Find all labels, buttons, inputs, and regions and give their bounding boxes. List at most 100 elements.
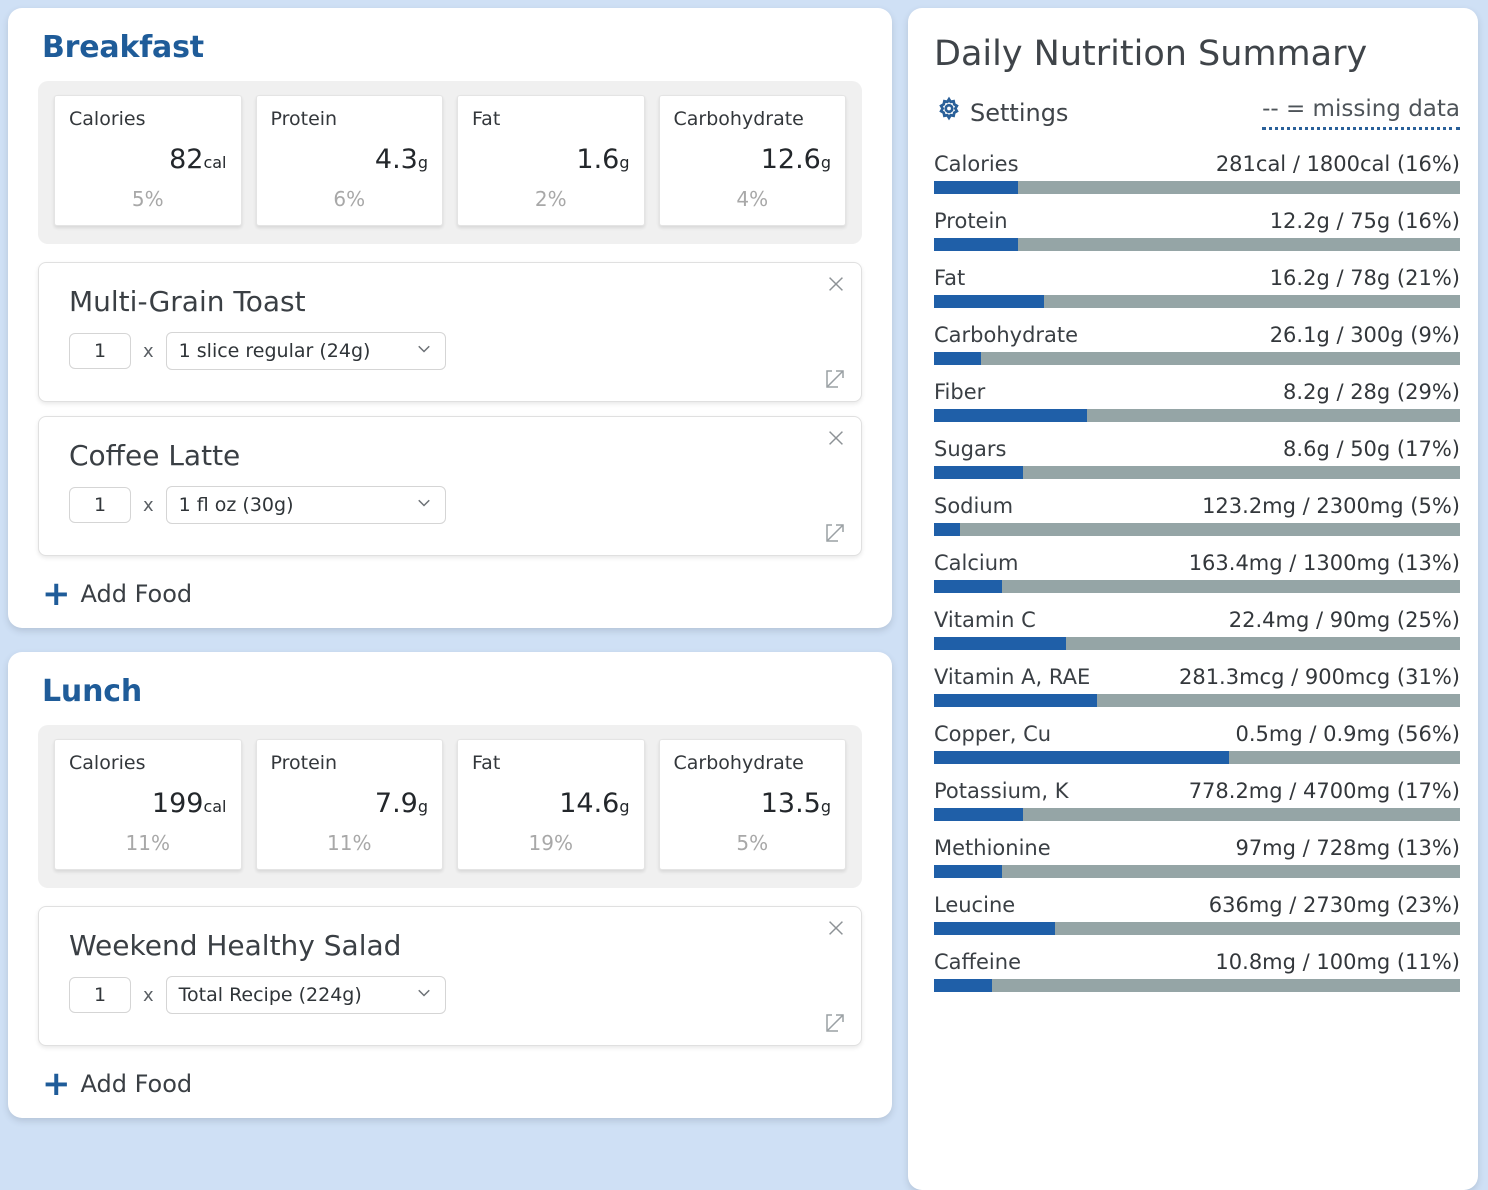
nutrient-head: Protein 12.2g / 75g (16%) [934, 209, 1460, 233]
progress-track [934, 238, 1460, 251]
close-icon[interactable] [825, 427, 847, 449]
macro-label: Fat [472, 752, 501, 774]
summary-column: Daily Nutrition Summary Settings -- = mi… [908, 8, 1478, 1190]
progress-track [934, 523, 1460, 536]
external-link-icon[interactable] [823, 521, 847, 545]
progress-fill [934, 523, 961, 536]
nutrient-head: Sodium 123.2mg / 2300mg (5%) [934, 494, 1460, 518]
nutrient-head: Fat 16.2g / 78g (21%) [934, 266, 1460, 290]
macro-label: Calories [69, 108, 146, 130]
nutrient-value: 281cal / 1800cal (16%) [1215, 152, 1460, 176]
serving-select[interactable]: 1 slice regular (24g) [165, 332, 446, 370]
serving-select[interactable]: Total Recipe (224g) [165, 976, 446, 1014]
meal-panel-breakfast: Breakfast Calories 82cal 5% Protein 4.3g 6% Fat… [8, 8, 892, 628]
close-icon[interactable] [825, 917, 847, 939]
food-list: Weekend Healthy Salad x Total Recipe (224g… [38, 906, 862, 1046]
nutrient-head: Calcium 163.4mg / 1300mg (13%) [934, 551, 1460, 575]
food-item: Coffee Latte x 1 fl oz (30g) [38, 416, 862, 556]
progress-fill [934, 979, 992, 992]
nutrient-head: Vitamin A, RAE 281.3mcg / 900mcg (31%) [934, 665, 1460, 689]
nutrient-value: 10.8mg / 100mg (11%) [1215, 950, 1460, 974]
macro-label: Fat [472, 108, 501, 130]
nutrient-name: Potassium, K [934, 779, 1069, 803]
nutrient-name: Sugars [934, 437, 1007, 461]
meal-title: Breakfast [42, 30, 204, 65]
chevron-down-icon [415, 494, 433, 517]
nutrient-row: Fat 16.2g / 78g (21%) [934, 266, 1460, 308]
macro-unit: cal [203, 153, 227, 172]
serving-label: Total Recipe (224g) [178, 984, 362, 1006]
close-icon[interactable] [825, 273, 847, 295]
progress-track [934, 409, 1460, 422]
progress-track [934, 637, 1460, 650]
nutrient-head: Vitamin C 22.4mg / 90mg (25%) [934, 608, 1460, 632]
nutrient-value: 636mg / 2730mg (23%) [1208, 893, 1460, 917]
progress-track [934, 295, 1460, 308]
quantity-input[interactable] [69, 487, 131, 523]
add-food-label: Add Food [80, 580, 193, 608]
progress-track [934, 694, 1460, 707]
macro-percent: 2% [534, 187, 567, 211]
macro-value: 13.5g [674, 788, 831, 819]
macro-unit: cal [203, 797, 227, 816]
serving-label: 1 slice regular (24g) [178, 340, 371, 362]
nutrient-row: Protein 12.2g / 75g (16%) [934, 209, 1460, 251]
macro-percent: 6% [333, 187, 366, 211]
macro-number: 4.3 [374, 144, 418, 175]
macro-unit: g [820, 797, 831, 816]
nutrient-value: 778.2mg / 4700mg (17%) [1188, 779, 1460, 803]
quantity-input[interactable] [69, 333, 131, 369]
add-food-button[interactable]: + Add Food [42, 574, 876, 614]
progress-fill [934, 238, 1019, 251]
nutrient-head: Copper, Cu 0.5mg / 0.9mg (56%) [934, 722, 1460, 746]
food-controls: x 1 slice regular (24g) [69, 332, 835, 370]
macro-value: 82cal [69, 144, 227, 175]
external-link-icon[interactable] [823, 1011, 847, 1035]
plus-icon: + [42, 574, 71, 614]
add-food-button[interactable]: + Add Food [42, 1067, 876, 1101]
nutrient-row: Sodium 123.2mg / 2300mg (5%) [934, 494, 1460, 536]
nutrient-head: Carbohydrate 26.1g / 300g (9%) [934, 323, 1460, 347]
food-controls: x 1 fl oz (30g) [69, 486, 835, 524]
meal-panel-lunch: Lunch Calories 199cal 11% Protein 7.9g 11% Fat 1… [8, 652, 892, 1118]
nutrient-value: 12.2g / 75g (16%) [1269, 209, 1460, 233]
progress-fill [934, 751, 1229, 764]
macro-percent: 11% [125, 831, 170, 855]
nutrient-name: Calories [934, 152, 1019, 176]
progress-fill [934, 922, 1055, 935]
quantity-input[interactable] [69, 977, 131, 1013]
food-controls: x Total Recipe (224g) [69, 976, 835, 1014]
serving-select[interactable]: 1 fl oz (30g) [165, 486, 446, 524]
progress-fill [934, 865, 1003, 878]
nutrient-name: Sodium [934, 494, 1014, 518]
macro-summary-strip: Calories 82cal 5% Protein 4.3g 6% Fat 1.6g 2% Car… [38, 81, 862, 244]
nutrient-value: 16.2g / 78g (21%) [1269, 266, 1460, 290]
nutrient-name: Vitamin C [934, 608, 1036, 632]
macro-percent: 4% [736, 187, 769, 211]
meal-title: Lunch [42, 674, 142, 709]
nutrient-list: Calories 281cal / 1800cal (16%) Protein 12.… [934, 152, 1460, 992]
macro-percent: 5% [736, 831, 769, 855]
nutrient-head: Sugars 8.6g / 50g (17%) [934, 437, 1460, 461]
nutrient-row: Vitamin C 22.4mg / 90mg (25%) [934, 608, 1460, 650]
macro-number: 12.6 [760, 144, 821, 175]
nutrient-row: Calories 281cal / 1800cal (16%) [934, 152, 1460, 194]
settings-button[interactable]: Settings [934, 96, 1068, 130]
macro-value: 14.6g [472, 788, 630, 819]
progress-fill [934, 352, 982, 365]
macro-card-protein: Protein 4.3g 6% [255, 95, 443, 226]
macro-value: 7.9g [271, 788, 428, 819]
progress-track [934, 751, 1460, 764]
progress-fill [934, 637, 1066, 650]
multiply-symbol: x [143, 984, 154, 1006]
macro-number: 7.9 [374, 788, 418, 819]
chevron-down-icon [415, 340, 433, 363]
gear-icon [934, 96, 964, 130]
nutrient-value: 8.6g / 50g (17%) [1283, 437, 1460, 461]
external-link-icon[interactable] [823, 367, 847, 391]
macro-unit: g [619, 797, 630, 816]
progress-track [934, 181, 1460, 194]
progress-fill [934, 295, 1045, 308]
macro-value: 12.6g [674, 144, 831, 175]
macro-card-calories: Calories 199cal 11% [54, 739, 242, 870]
